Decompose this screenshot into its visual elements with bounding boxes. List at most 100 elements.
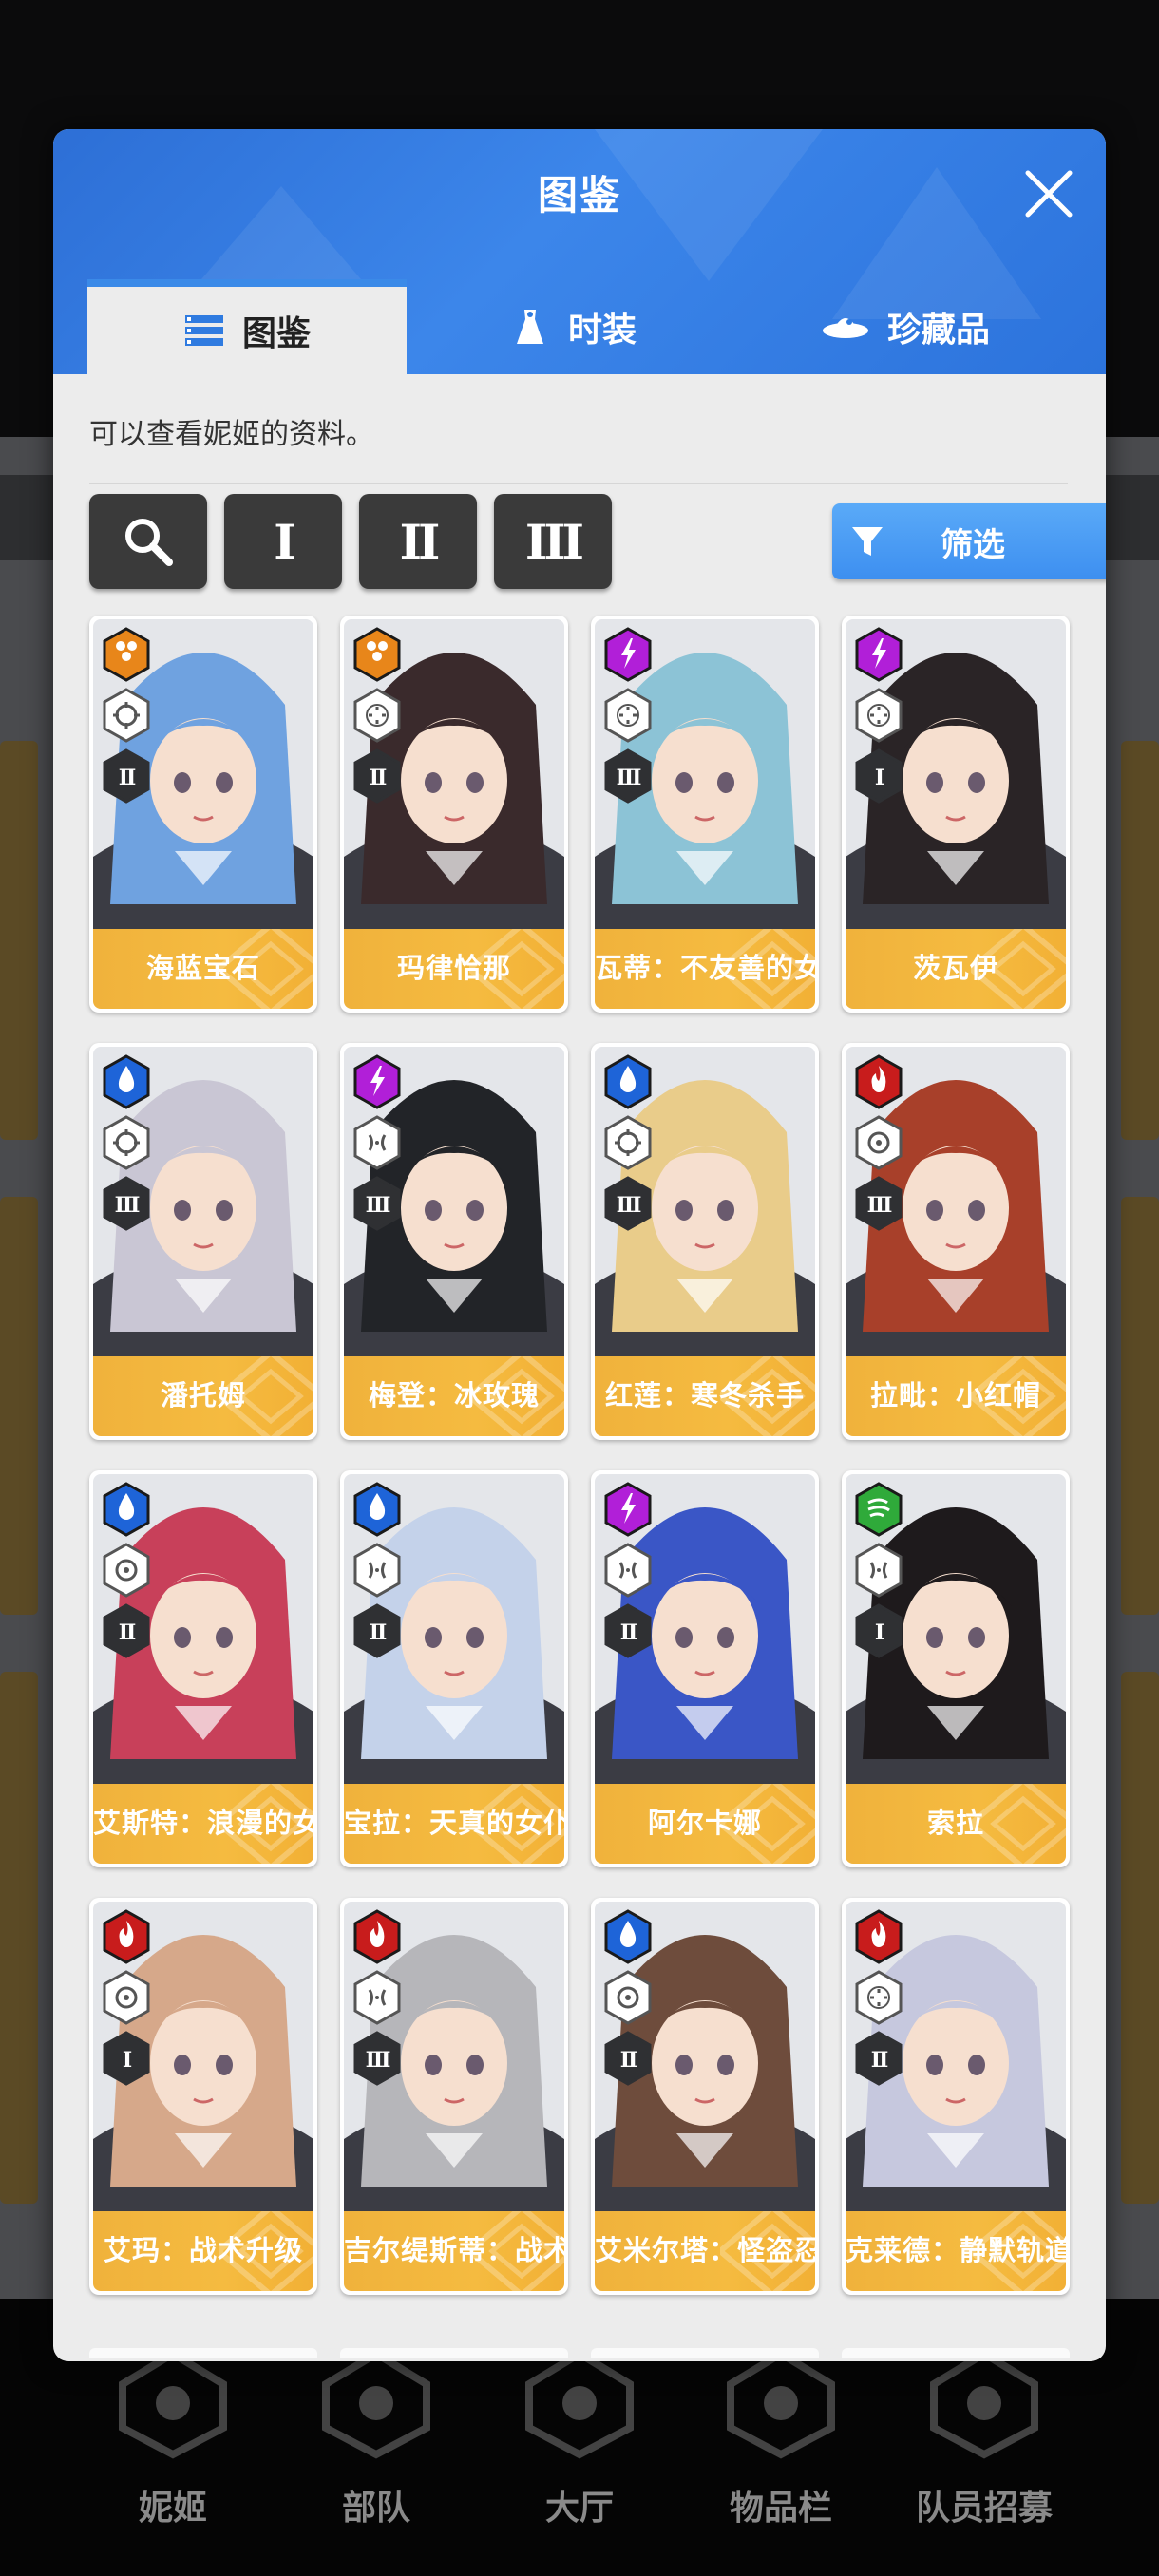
- element-fire-icon: [103, 1909, 150, 1964]
- element-fire-icon: [353, 1909, 401, 1964]
- search-button[interactable]: [89, 494, 207, 589]
- nikke-card[interactable]: II 阿尔卡娜: [591, 1470, 819, 1867]
- nikke-name: 玛律恰那: [396, 954, 511, 984]
- nikke-name: 索拉: [926, 1809, 984, 1839]
- element-water-icon: [604, 1054, 652, 1109]
- nikke-card[interactable]: III 梅登：冰玫瑰: [340, 1043, 568, 1440]
- weapon-dot-icon: [103, 1543, 150, 1598]
- list-icon: [184, 315, 223, 346]
- burst-II-icon: II: [604, 2031, 652, 2086]
- element-iron-icon: [103, 627, 150, 682]
- nikke-card-partial[interactable]: [591, 2348, 819, 2358]
- collectible-icon: [822, 318, 868, 338]
- background-card-right: [1121, 1672, 1159, 2204]
- nikke-badges: III: [352, 1054, 405, 1237]
- burst-III-icon: III: [103, 1176, 150, 1231]
- inventory-icon: [727, 2349, 835, 2459]
- nikke-card[interactable]: III 潘托姆: [89, 1043, 317, 1440]
- svg-text:II: II: [370, 1620, 387, 1645]
- nikke-card[interactable]: II 玛律恰那: [340, 616, 568, 1013]
- nikke-card-partial[interactable]: [89, 2348, 317, 2358]
- squad-icon: [322, 2349, 430, 2459]
- nikke-card[interactable]: I 茨瓦伊: [842, 616, 1070, 1013]
- burst-II-icon: II: [103, 748, 150, 804]
- svg-text:II: II: [620, 2048, 637, 2073]
- svg-text:III: III: [366, 2048, 391, 2073]
- burst-filter-1-button[interactable]: I: [224, 494, 342, 589]
- burst-II-icon: II: [103, 1603, 150, 1658]
- svg-text:II: II: [119, 766, 136, 790]
- burst-III-icon: III: [353, 2031, 401, 2086]
- nav-item-recruit[interactable]: 队员招募: [889, 2346, 1079, 2529]
- nikke-badges: III: [853, 1054, 906, 1237]
- nikke-card[interactable]: II 艾斯特：浪漫的女仆: [89, 1470, 317, 1867]
- nikke-name-bar: 阿尔卡娜: [595, 1784, 815, 1864]
- nikke-card[interactable]: III 红莲：寒冬杀手: [591, 1043, 819, 1440]
- nikke-name-bar: 海蓝宝石: [93, 929, 314, 1009]
- nikke-badges: II: [101, 1482, 154, 1664]
- nav-label: 大厅: [544, 2488, 614, 2527]
- nikke-name-bar: 玛律恰那: [344, 929, 564, 1009]
- nikke-card-partial[interactable]: [842, 2348, 1070, 2358]
- nikke-name: 艾米尔塔：怪盗忍者: [595, 2236, 815, 2266]
- element-iron-icon: [353, 627, 401, 682]
- burst-II-icon: II: [855, 2031, 902, 2086]
- tab-costume-label: 时装: [567, 310, 636, 349]
- svg-text:III: III: [617, 1193, 642, 1218]
- element-electric-icon: [353, 1054, 401, 1109]
- element-water-icon: [103, 1054, 150, 1109]
- weapon-dot-icon: [855, 1115, 902, 1170]
- svg-text:III: III: [366, 1193, 391, 1218]
- burst-I-icon: I: [855, 1603, 902, 1658]
- nikke-badges: II: [853, 1909, 906, 2092]
- nikke-card[interactable]: III 吉尔缇斯蒂：战术升级: [340, 1898, 568, 2295]
- nikke-card[interactable]: I 艾玛：战术升级: [89, 1898, 317, 2295]
- weapon-crosshair-icon: [103, 1115, 150, 1170]
- nav-item-inventory[interactable]: 物品栏: [686, 2346, 876, 2529]
- nikke-name: 瓦蒂：不友善的女仆: [595, 954, 815, 984]
- nikke-name-bar: 红莲：寒冬杀手: [595, 1356, 815, 1436]
- weapon-dot-icon: [103, 1970, 150, 2025]
- svg-text:II: II: [119, 1620, 136, 1645]
- weapon-scope-icon: [353, 688, 401, 743]
- nav-item-squad[interactable]: 部队: [281, 2346, 471, 2529]
- nikke-card[interactable]: II 宝拉：天真的女仆: [340, 1470, 568, 1867]
- element-electric-icon: [604, 627, 652, 682]
- nikke-card[interactable]: II 艾米尔塔：怪盗忍者: [591, 1898, 819, 2295]
- tab-collectibles-label: 珍藏品: [886, 310, 990, 349]
- nikke-badges: II: [602, 1909, 656, 2092]
- nikke-badges: III: [602, 627, 656, 809]
- nikke-card[interactable]: I 索拉: [842, 1470, 1070, 1867]
- nikke-badges: III: [602, 1054, 656, 1237]
- tab-collectibles[interactable]: 珍藏品: [739, 279, 1072, 374]
- burst-filter-1-label: I: [274, 513, 295, 570]
- nikke-name-bar: 梅登：冰玫瑰: [344, 1356, 564, 1436]
- svg-text:III: III: [617, 766, 642, 790]
- burst-III-icon: III: [353, 1176, 401, 1231]
- nikke-card[interactable]: III 瓦蒂：不友善的女仆: [591, 616, 819, 1013]
- tab-costume[interactable]: 时装: [407, 279, 739, 374]
- burst-filter-2-button[interactable]: II: [359, 494, 477, 589]
- nikke-card[interactable]: II 海蓝宝石: [89, 616, 317, 1013]
- close-button[interactable]: [1018, 163, 1079, 224]
- burst-filter-3-button[interactable]: III: [494, 494, 612, 589]
- tab-codex[interactable]: 图鉴: [87, 279, 407, 374]
- filter-button[interactable]: 筛选: [832, 503, 1106, 579]
- modal-title: 图鉴: [537, 173, 621, 218]
- nikke-name-bar: 索拉: [846, 1784, 1066, 1864]
- burst-filter-2-label: II: [399, 513, 441, 570]
- nikke-card-partial[interactable]: [340, 2348, 568, 2358]
- nikke-card[interactable]: II 克莱德：静默轨道: [842, 1898, 1070, 2295]
- background-card-right: [1121, 741, 1159, 1140]
- nikke-card[interactable]: III 拉毗：小红帽: [842, 1043, 1070, 1440]
- burst-I-icon: I: [103, 2031, 150, 2086]
- nav-item-lobby[interactable]: 大厅: [484, 2346, 674, 2529]
- nav-item-nikke[interactable]: 妮姬: [78, 2346, 268, 2529]
- weapon-split-icon: [855, 1543, 902, 1598]
- burst-III-icon: III: [604, 1176, 652, 1231]
- weapon-split-icon: [353, 1115, 401, 1170]
- svg-text:II: II: [370, 766, 387, 790]
- tab-codex-label: 图鉴: [241, 313, 311, 352]
- background-card-right: [1121, 1197, 1159, 1615]
- background-card-left: [0, 741, 38, 1140]
